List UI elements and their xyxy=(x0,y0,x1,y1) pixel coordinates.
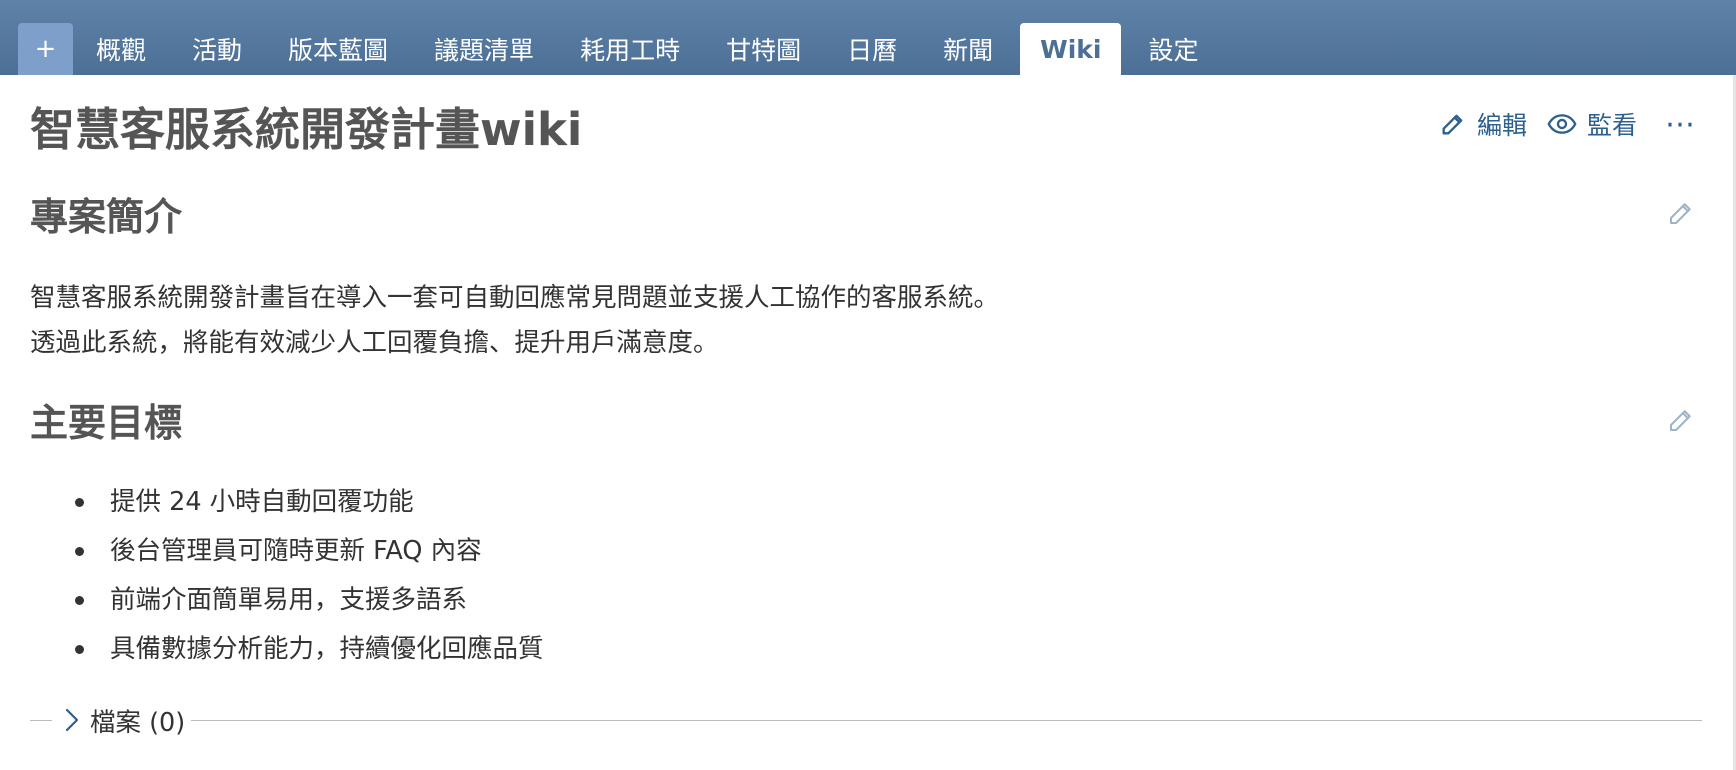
tab-issues[interactable]: 議題清單 xyxy=(411,23,557,75)
tab-activity[interactable]: 活動 xyxy=(169,23,265,75)
project-tabs: + 概觀 活動 版本藍圖 議題清單 耗用工時 甘特圖 日曆 新聞 Wiki 設定 xyxy=(18,23,1221,75)
edit-button[interactable]: 編輯 xyxy=(1439,106,1527,142)
new-object-button[interactable]: + xyxy=(18,23,73,75)
list-item: 提供 24 小時自動回覆功能 xyxy=(72,478,544,527)
attachments-label: 檔案 (0) xyxy=(90,707,186,738)
edit-label: 編輯 xyxy=(1476,111,1527,140)
tab-roadmap[interactable]: 版本藍圖 xyxy=(265,23,411,75)
pencil-icon xyxy=(1670,203,1691,224)
watch-label: 監看 xyxy=(1586,111,1637,140)
intro-paragraph: 智慧客服系統開發計畫旨在導入一套可自動回應常見問題並支援人工協作的客服系統。 透… xyxy=(30,276,999,366)
tab-settings[interactable]: 設定 xyxy=(1125,23,1221,75)
pencil-icon xyxy=(1670,410,1691,431)
tab-calendar[interactable]: 日曆 xyxy=(824,23,920,75)
tab-gantt[interactable]: 甘特圖 xyxy=(703,23,824,75)
tab-news[interactable]: 新聞 xyxy=(920,23,1016,75)
divider xyxy=(30,720,52,721)
section-heading-goals: 主要目標 xyxy=(30,401,183,445)
wiki-actions: 編輯 監看 ⋯ xyxy=(1419,104,1696,144)
goals-list: 提供 24 小時自動回覆功能 後台管理員可隨時更新 FAQ 內容 前端介面簡單易… xyxy=(72,478,544,674)
more-icon: ⋯ xyxy=(1665,106,1696,142)
tab-overview[interactable]: 概觀 xyxy=(73,23,169,75)
project-menu-bar: + 概觀 活動 版本藍圖 議題清單 耗用工時 甘特圖 日曆 新聞 Wiki 設定 xyxy=(0,0,1736,75)
intro-line: 透過此系統，將能有效減少人工回覆負擔、提升用戶滿意度。 xyxy=(30,328,719,358)
attachments-toggle[interactable]: 檔案 (0) xyxy=(60,698,192,742)
attachments-section: 檔案 (0) xyxy=(30,698,1702,742)
eye-icon xyxy=(1547,114,1577,134)
divider xyxy=(190,720,1702,721)
section-heading-intro: 專案簡介 xyxy=(30,195,183,239)
list-item: 後台管理員可隨時更新 FAQ 內容 xyxy=(72,527,544,576)
list-item: 具備數據分析能力，持續優化回應品質 xyxy=(72,625,544,674)
watch-button[interactable]: 監看 xyxy=(1547,106,1637,142)
tab-wiki[interactable]: Wiki xyxy=(1020,23,1122,75)
list-item: 前端介面簡單易用，支援多語系 xyxy=(72,576,544,625)
section-edit-goals-button[interactable] xyxy=(1666,405,1696,435)
more-actions-button[interactable]: ⋯ xyxy=(1665,107,1696,142)
chevron-right-icon xyxy=(65,708,79,732)
tab-time-entries[interactable]: 耗用工時 xyxy=(557,23,703,75)
pencil-icon xyxy=(1442,114,1463,135)
page-title: 智慧客服系統開發計畫wiki xyxy=(30,103,583,156)
intro-line: 智慧客服系統開發計畫旨在導入一套可自動回應常見問題並支援人工協作的客服系統。 xyxy=(30,283,1000,313)
section-edit-intro-button[interactable] xyxy=(1666,198,1696,228)
